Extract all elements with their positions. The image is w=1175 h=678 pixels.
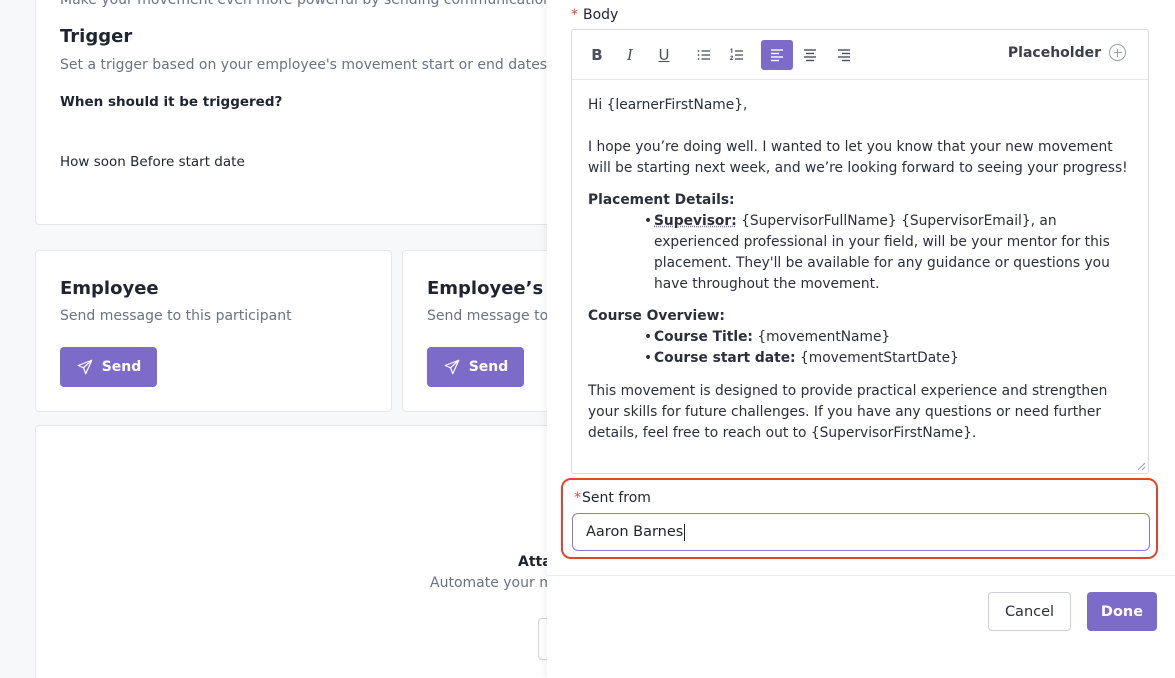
trigger-question: When should it be triggered?	[60, 94, 283, 110]
resize-handle-icon[interactable]	[1136, 461, 1146, 471]
supervisor-label: Supevisor:	[654, 213, 737, 229]
required-mark: *	[574, 490, 581, 506]
text-caret	[684, 523, 686, 541]
supervisor-card-description: Send message to	[427, 308, 549, 324]
numbered-list-icon	[729, 48, 743, 60]
align-right-icon	[838, 49, 850, 62]
placeholder-button[interactable]: Placeholder	[1008, 44, 1126, 61]
rich-text-editor[interactable]: B I U Placeholder Hi {learnerFirstName},…	[571, 29, 1149, 474]
bullet-list-button[interactable]	[688, 40, 720, 70]
send-icon	[77, 359, 93, 375]
employee-card-description: Send message to this participant	[60, 308, 292, 324]
footer-divider	[547, 575, 1175, 576]
employee-send-button[interactable]: Send	[60, 347, 157, 387]
numbered-list-button[interactable]	[721, 40, 753, 70]
done-button[interactable]: Done	[1087, 592, 1157, 631]
underline-button[interactable]: U	[648, 40, 680, 70]
send-icon	[444, 359, 460, 375]
trigger-description: Set a trigger based on your employee's m…	[60, 57, 548, 73]
placeholder-label: Placeholder	[1007, 44, 1101, 61]
bullet-list-icon	[697, 50, 710, 60]
supervisor-send-button[interactable]: Send	[427, 347, 524, 387]
sent-from-label: *Sent from	[574, 490, 651, 506]
greeting-line: Hi {learnerFirstName},	[588, 97, 748, 113]
course-title-value: {movementName}	[752, 329, 891, 345]
body-label: * Body	[571, 7, 619, 23]
align-center-button[interactable]	[794, 40, 826, 70]
bold-button[interactable]: B	[581, 40, 613, 70]
employee-send-label: Send	[101, 359, 142, 375]
course-start-value: {movementStartDate}	[795, 350, 959, 366]
intro-paragraph: I hope you’re doing well. I wanted to le…	[588, 139, 1128, 176]
closing-paragraph: This movement is designed to provide pra…	[588, 383, 1108, 441]
placement-title: Placement Details:	[588, 192, 735, 208]
align-center-icon	[804, 49, 816, 62]
course-title-label: Course Title:	[654, 329, 753, 345]
add-circle-icon	[1109, 44, 1126, 61]
course-title-bullet: Course Title: {movementName}	[644, 327, 1138, 348]
supervisor-bullet: Supevisor: {SupervisorFullName} {Supervi…	[644, 211, 1138, 295]
employee-card: Employee Send message to this participan…	[35, 250, 392, 412]
course-overview-title: Course Overview:	[588, 308, 725, 324]
automate-description: Automate your m	[430, 575, 553, 591]
sent-from-field-highlight: *Sent from Aaron Barnes	[561, 478, 1158, 559]
supervisor-send-label: Send	[468, 359, 509, 375]
message-drawer: * Body B I U Placeholder Hi {learnerFirs…	[547, 0, 1175, 678]
trigger-value[interactable]: How soon Before start date	[60, 154, 245, 170]
italic-button[interactable]: I	[614, 40, 646, 70]
sent-from-input[interactable]: Aaron Barnes	[572, 513, 1150, 551]
section-description: Make your movement even more powerful by…	[60, 0, 553, 8]
course-start-bullet: Course start date: {movementStartDate}	[644, 348, 1138, 369]
course-start-label: Course start date:	[654, 350, 796, 366]
editor-toolbar: B I U Placeholder	[572, 30, 1148, 80]
align-left-icon	[771, 49, 783, 62]
editor-content[interactable]: Hi {learnerFirstName}, I hope you’re doi…	[588, 95, 1138, 444]
sent-from-value: Aaron Barnes	[586, 524, 684, 540]
required-mark: *	[571, 7, 578, 23]
align-right-button[interactable]	[828, 40, 860, 70]
employee-card-title: Employee	[60, 278, 159, 299]
cancel-button[interactable]: Cancel	[988, 592, 1071, 631]
align-left-button[interactable]	[761, 40, 793, 70]
trigger-title: Trigger	[60, 26, 133, 47]
